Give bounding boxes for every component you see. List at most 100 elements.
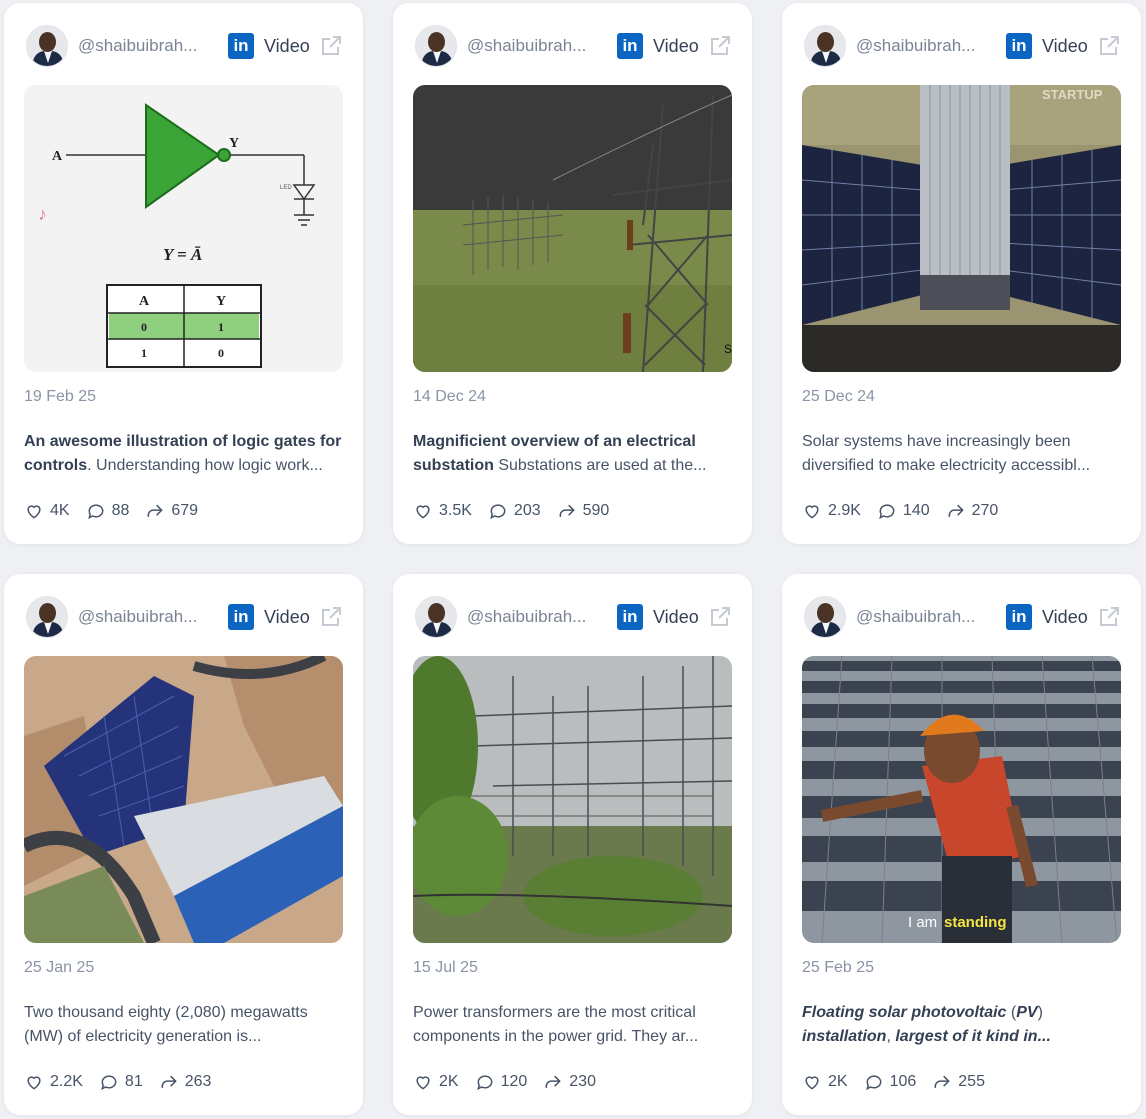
heart-icon: [416, 505, 430, 519]
desc-text: ,: [886, 1028, 896, 1045]
share-icon: [948, 504, 964, 517]
shares-count: 230: [569, 1073, 596, 1090]
desc-italic: installation: [802, 1028, 887, 1045]
desc-italic: Floating solar photovoltaic: [802, 1004, 1007, 1021]
watermark: STARTUP: [1042, 87, 1103, 102]
external-link-icon[interactable]: [1097, 605, 1121, 629]
author-handle[interactable]: @shaibuibrah...: [856, 36, 992, 56]
linkedin-icon: in: [617, 33, 643, 59]
post-card[interactable]: @shaibuibrah... in Video I am standing 2…: [782, 574, 1141, 1115]
likes-stat: 2.9K: [802, 501, 861, 521]
post-type-label: Video: [264, 35, 310, 56]
post-description[interactable]: Floating solar photovoltaic (PV) install…: [802, 1001, 1122, 1049]
avatar[interactable]: [804, 25, 846, 67]
likes-stat: 3.5K: [413, 501, 472, 521]
shares-stat: 679: [145, 501, 198, 521]
share-icon: [161, 1075, 177, 1088]
engagement-stats: 2.9K 140 270: [802, 501, 1014, 521]
heart-icon: [27, 1076, 41, 1090]
corner-letter: S: [724, 342, 732, 356]
desc-line: Solar systems have increasingly been: [802, 433, 1071, 450]
shares-count: 263: [184, 1073, 212, 1090]
substation-render: S: [413, 85, 732, 372]
desc-text: ): [1037, 1004, 1043, 1021]
post-media[interactable]: [413, 656, 732, 943]
external-link-icon[interactable]: [1097, 34, 1121, 58]
post-media[interactable]: [24, 656, 343, 943]
heart-icon: [416, 1076, 430, 1090]
shares-count: 590: [582, 502, 610, 519]
tiktok-icon: ♪: [38, 204, 47, 224]
desc-line: (MW) of electricity generation is...: [24, 1028, 262, 1045]
post-card[interactable]: @shaibuibrah... in Video STARTUP 25 Dec …: [782, 3, 1141, 544]
comments-stat: 140: [877, 501, 930, 521]
likes-stat: 2K: [413, 1072, 459, 1092]
desc-italic: largest of it kind in...: [895, 1028, 1051, 1045]
linkedin-icon: in: [1006, 604, 1032, 630]
table-cell: 0: [141, 320, 147, 334]
likes-count: 2K: [828, 1073, 848, 1090]
post-media[interactable]: I am standing: [802, 656, 1121, 943]
external-link-icon[interactable]: [708, 605, 732, 629]
external-link-icon[interactable]: [319, 605, 343, 629]
post-card[interactable]: @shaibuibrah... in Video S 14 Dec 24 Mag…: [393, 3, 752, 544]
desc-line: Power transformers are the most critical: [413, 1004, 696, 1021]
heart-icon: [27, 505, 41, 519]
likes-stat: 2.2K: [24, 1072, 83, 1092]
formula: Y = Ā: [163, 245, 202, 264]
post-date: 25 Dec 24: [802, 388, 875, 405]
post-description[interactable]: Magnificient overview of an electrical s…: [413, 430, 733, 478]
likes-count: 2.9K: [828, 502, 861, 519]
author-handle[interactable]: @shaibuibrah...: [467, 607, 603, 627]
author-handle[interactable]: @shaibuibrah...: [467, 36, 603, 56]
post-card[interactable]: @shaibuibrah... in Video 25 Jan 25 Two t…: [4, 574, 363, 1115]
author-handle[interactable]: @shaibuibrah...: [78, 607, 214, 627]
avatar[interactable]: [26, 596, 68, 638]
shares-stat: 230: [543, 1072, 596, 1092]
caption-text: I am: [908, 914, 937, 931]
comments-count: 140: [902, 502, 930, 519]
comment-icon: [879, 504, 895, 520]
led-label: LED: [280, 185, 292, 191]
post-date: 19 Feb 25: [24, 388, 97, 405]
output-label: Y: [229, 136, 239, 151]
table-cell: 1: [141, 346, 147, 360]
shares-count: 255: [958, 1073, 985, 1090]
post-card[interactable]: @shaibuibrah... in Video A Y LED Y = Ā ♪: [4, 3, 363, 544]
desc-line: diversified to make electricity accessib…: [802, 457, 1091, 474]
avatar[interactable]: [415, 596, 457, 638]
heart-icon: [805, 1076, 819, 1090]
external-link-icon[interactable]: [708, 34, 732, 58]
likes-count: 2.2K: [50, 1073, 83, 1090]
post-media[interactable]: S: [413, 85, 732, 372]
comment-icon: [476, 1075, 492, 1091]
transformer-yard-photo: [413, 656, 732, 943]
avatar[interactable]: [415, 25, 457, 67]
post-card[interactable]: @shaibuibrah... in Video 15 Jul 25 Power…: [393, 574, 752, 1115]
author-handle[interactable]: @shaibuibrah...: [856, 607, 992, 627]
post-media[interactable]: STARTUP: [802, 85, 1121, 372]
comments-stat: 203: [488, 501, 541, 521]
shares-stat: 263: [159, 1072, 212, 1092]
post-media[interactable]: A Y LED Y = Ā ♪ A Y 0 1 1 0: [24, 85, 343, 372]
linkedin-icon: in: [1006, 33, 1032, 59]
post-description[interactable]: Power transformers are the most critical…: [413, 1001, 733, 1049]
author-handle[interactable]: @shaibuibrah...: [78, 36, 214, 56]
post-type-label: Video: [1042, 35, 1088, 56]
shares-stat: 255: [932, 1072, 985, 1092]
desc-text: . Understanding how logic work...: [87, 457, 323, 474]
post-description[interactable]: An awesome illustration of logic gates f…: [24, 430, 344, 478]
desc-bold: An awesome illustration of logic gates f…: [24, 433, 342, 450]
avatar[interactable]: [804, 596, 846, 638]
linkedin-icon: in: [228, 33, 254, 59]
solar-container-photo: STARTUP: [802, 85, 1121, 372]
linkedin-icon: in: [228, 604, 254, 630]
avatar[interactable]: [26, 25, 68, 67]
post-description[interactable]: Two thousand eighty (2,080) megawatts (M…: [24, 1001, 344, 1049]
card-header: @shaibuibrah... in Video: [26, 596, 343, 638]
likes-stat: 4K: [24, 501, 70, 521]
likes-stat: 2K: [802, 1072, 848, 1092]
share-icon: [147, 504, 164, 517]
post-description[interactable]: Solar systems have increasingly been div…: [802, 430, 1122, 478]
external-link-icon[interactable]: [319, 34, 343, 58]
